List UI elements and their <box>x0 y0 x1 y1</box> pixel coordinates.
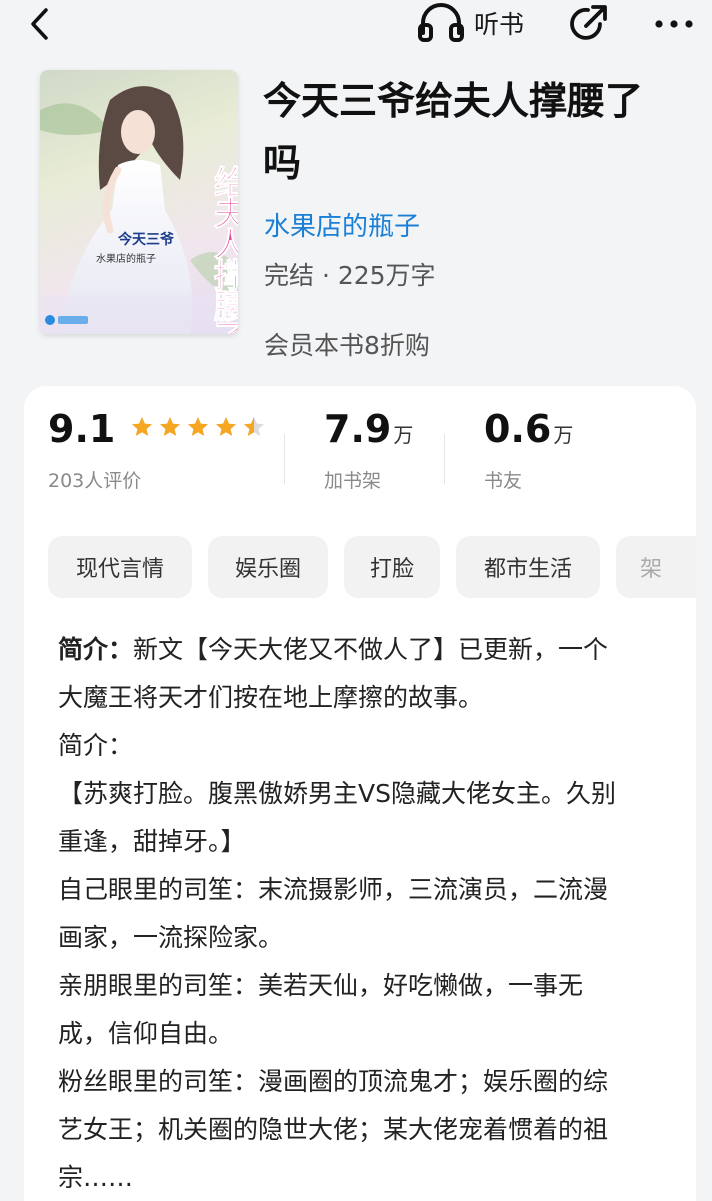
intro-line: 艺女王；机关圈的隐世大佬；某大佬宠着惯着的祖 <box>58 1115 609 1144</box>
intro-line: 自己眼里的司笙：末流摄影师，三流演员，二流漫 <box>58 875 609 904</box>
intro-text: 新文【今天大佬又不做人了】已更新，一个 <box>133 635 609 664</box>
cover-title-text: 给夫人撑腰了吗 <box>209 165 239 334</box>
intro-heading: 简介： <box>58 635 134 664</box>
intro-line: 粉丝眼里的司笙：漫画圈的顶流鬼才；娱乐圈的综 <box>58 1067 609 1096</box>
rating-label: 203人评价 <box>48 470 142 492</box>
book-title-line1: 今天三爷给夫人撑腰了 <box>263 79 644 123</box>
share-icon <box>570 5 607 40</box>
tag-chip[interactable]: 现代言情 <box>48 536 192 598</box>
star-icon <box>216 417 237 436</box>
intro-line: 亲朋眼里的司笙：美若天仙，好吃懒做，一事无 <box>58 971 584 1000</box>
rating-stars <box>130 415 266 439</box>
member-offer[interactable]: 会员本书8折购 <box>264 326 430 362</box>
tag-chip[interactable]: 娱乐圈 <box>208 536 328 598</box>
cover-author-text: 水果店的瓶子 <box>96 252 156 265</box>
fans-stat[interactable]: 0.6 万 书友 <box>484 406 573 493</box>
intro-line: 大魔王将天才们按在地上摩擦的故事。 <box>58 683 484 712</box>
intro-line: 成，信仰自由。 <box>58 1019 234 1048</box>
book-info-card: 9.1 203人评价 7.9 万 加书架 0.6 万 书友 现代言情 娱乐圈 打… <box>24 386 696 1201</box>
star-icon <box>132 417 153 436</box>
more-button[interactable] <box>652 6 696 42</box>
intro-line: 简介： <box>58 731 134 760</box>
top-bar: 听书 <box>0 0 712 48</box>
tag-list: 现代言情 娱乐圈 打脸 都市生活 架 <box>48 536 696 598</box>
shelf-unit: 万 <box>393 423 414 447</box>
book-title: 今天三爷给夫人撑腰了 吗 <box>263 70 683 194</box>
book-title-line2: 吗 <box>263 141 302 185</box>
stat-divider <box>444 434 445 484</box>
fans-label: 书友 <box>484 470 523 492</box>
book-status: 完结 · 225万字 <box>264 261 436 290</box>
tag-chip[interactable]: 架 <box>616 536 696 598</box>
book-detail-page: 听书 给夫人撑腰 今天三爷 水果店的瓶子 今天三爷给夫人撑腰了 吗 水果店的瓶子… <box>0 0 712 1201</box>
cover-illustration: 给夫人撑腰了吗 今天三爷 水果店的瓶子 <box>40 86 239 334</box>
more-dots-icon <box>655 20 693 28</box>
rating-stat[interactable]: 9.1 203人评价 <box>48 406 266 493</box>
book-intro: 简介：新文【今天大佬又不做人了】已更新，一个 大魔王将天才们按在地上摩擦的故事。… <box>58 626 670 1201</box>
star-icon <box>160 417 181 436</box>
tag-chip[interactable]: 都市生活 <box>456 536 600 598</box>
back-button[interactable] <box>24 6 60 42</box>
fans-value: 0.6 <box>484 407 552 451</box>
half-star-icon <box>244 417 265 436</box>
listen-button[interactable]: 听书 <box>418 2 524 44</box>
stat-divider <box>284 434 285 484</box>
intro-line: 宗…… <box>58 1163 134 1192</box>
book-cover[interactable]: 给夫人撑腰了吗 今天三爷 水果店的瓶子 <box>40 70 238 334</box>
shelf-stat: 7.9 万 加书架 <box>324 406 413 493</box>
rating-value: 9.1 <box>48 407 116 451</box>
chevron-left-icon <box>31 8 48 40</box>
intro-line: 重逢，甜掉牙。】 <box>58 827 246 856</box>
intro-line: 【苏爽打脸。腹黑傲娇男主VS隐藏大佬女主。久别 <box>58 779 616 808</box>
shelf-value: 7.9 <box>324 407 392 451</box>
book-author[interactable]: 水果店的瓶子 <box>264 206 420 243</box>
star-icon <box>188 417 209 436</box>
cover-subtitle-text: 今天三爷 <box>117 231 175 248</box>
intro-line: 简介：新文【今天大佬又不做人了】已更新，一个 <box>58 626 670 674</box>
fans-unit: 万 <box>553 423 574 447</box>
headphones-icon <box>418 3 464 42</box>
intro-line: 画家，一流探险家。 <box>58 923 284 952</box>
listen-label: 听书 <box>474 10 525 39</box>
share-button[interactable] <box>566 2 610 46</box>
shelf-label: 加书架 <box>324 470 382 492</box>
tag-chip[interactable]: 打脸 <box>344 536 440 598</box>
